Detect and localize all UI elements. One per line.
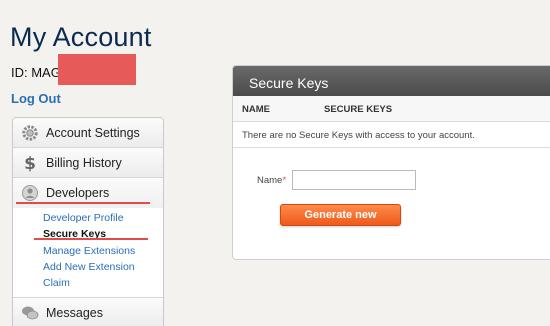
logout-link[interactable]: Log Out [11, 91, 61, 106]
secure-keys-panel: Secure Keys NAME SECURE KEYS There are n… [232, 65, 550, 260]
sidebar-item-label: Billing History [46, 155, 122, 170]
sidebar-item-billing-history[interactable]: $ Billing History [13, 148, 163, 178]
account-id: ID: MAG [11, 65, 61, 80]
empty-table-message: There are no Secure Keys with access to … [233, 122, 550, 148]
generate-new-button[interactable]: Generate new [280, 204, 401, 226]
submenu-add-new-extension[interactable]: Add New Extension [43, 259, 163, 275]
keys-table-header: NAME SECURE KEYS [233, 96, 550, 122]
annotation-underline-secure-keys-link [34, 238, 148, 240]
sidebar-item-label: Account Settings [46, 125, 140, 140]
submenu-developer-profile[interactable]: Developer Profile [43, 210, 163, 226]
developers-submenu: Developer Profile Secure Keys Manage Ext… [13, 208, 163, 299]
id-redaction-box [58, 54, 136, 85]
required-marker: * [282, 175, 287, 186]
submenu-manage-extensions[interactable]: Manage Extensions [43, 243, 163, 259]
submenu-secure-keys[interactable]: Secure Keys [43, 226, 163, 242]
sidebar-item-account-settings[interactable]: Account Settings [13, 118, 163, 148]
column-header-name: NAME [242, 104, 270, 115]
dollar-icon: $ [20, 153, 40, 173]
chat-bubbles-icon [20, 303, 40, 323]
sidebar-item-messages[interactable]: Messages [13, 298, 163, 326]
name-input[interactable] [292, 170, 416, 190]
panel-title: Secure Keys [233, 66, 550, 96]
account-sidebar: Account Settings $ Billing History Devel… [12, 117, 164, 326]
svg-text:$: $ [24, 154, 36, 172]
gear-icon [20, 123, 40, 143]
sidebar-item-label: Developers [46, 186, 110, 200]
sidebar-item-label: Messages [46, 305, 103, 320]
submenu-claim[interactable]: Claim [43, 275, 163, 291]
name-field-label: Name* [257, 175, 287, 186]
annotation-underline-developers [16, 202, 150, 204]
column-header-secure-keys: SECURE KEYS [324, 104, 393, 115]
developer-icon [20, 183, 40, 203]
page-title: My Account [10, 22, 152, 52]
new-key-form: Name* Generate new [233, 148, 550, 248]
